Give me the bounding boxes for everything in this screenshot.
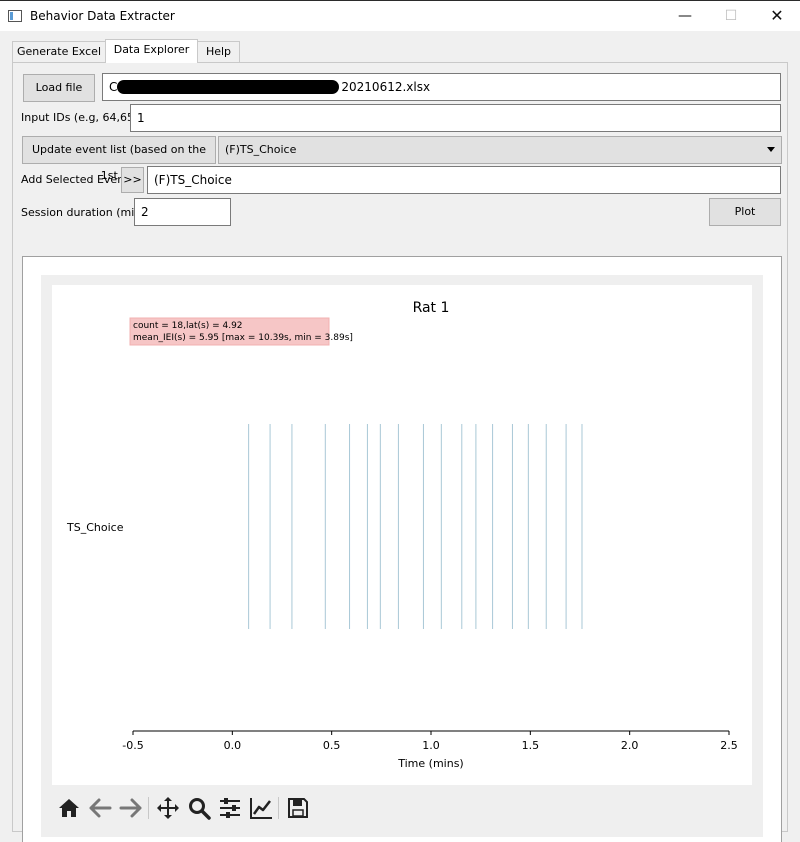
x-tick-label: 1.5 xyxy=(522,739,540,752)
configure-subplots-icon[interactable] xyxy=(217,795,243,821)
forward-arrow-icon[interactable] xyxy=(118,795,144,821)
stats-line-2: mean_IEI(s) = 5.95 [max = 10.39s, min = … xyxy=(133,333,353,343)
session-duration-field[interactable]: 2 xyxy=(134,198,231,226)
event-select-value: (F)TS_Choice xyxy=(225,143,297,156)
window-title: Behavior Data Extracter xyxy=(30,9,175,23)
figure-canvas[interactable]: Rat 1 count = 18,lat(s) = 4.92 mean_IEI(… xyxy=(52,285,752,785)
toolbar-separator xyxy=(148,797,149,819)
file-path-suffix: 20210612.xlsx xyxy=(341,80,431,94)
input-ids-field[interactable]: 1 xyxy=(130,104,781,132)
plot-frame: Rat 1 count = 18,lat(s) = 4.92 mean_IEI(… xyxy=(22,256,782,842)
zoom-icon[interactable] xyxy=(186,795,212,821)
x-axis-label: Time (mins) xyxy=(397,757,463,770)
title-bar: Behavior Data Extracter — ☐ ✕ xyxy=(0,0,800,31)
file-path-field[interactable]: C 20210612.xlsx xyxy=(102,73,781,101)
tab-data-explorer[interactable]: Data Explorer xyxy=(105,39,198,63)
x-tick-label: 0.5 xyxy=(323,739,341,752)
x-tick-label: 0.0 xyxy=(224,739,242,752)
save-icon[interactable] xyxy=(285,795,311,821)
edit-axis-icon[interactable] xyxy=(248,795,274,821)
load-file-button[interactable]: Load file xyxy=(23,74,95,102)
session-duration-label: Session duration (mins) xyxy=(21,206,152,219)
home-icon[interactable] xyxy=(56,795,82,821)
x-tick-labels-group: -0.5 0.0 0.5 1.0 1.5 2.0 2.5 xyxy=(122,739,737,752)
chevron-down-icon xyxy=(767,147,775,152)
back-arrow-icon[interactable] xyxy=(87,795,113,821)
stats-line-1: count = 18,lat(s) = 4.92 xyxy=(133,321,243,331)
x-tick-label: 2.0 xyxy=(621,739,639,752)
close-button[interactable]: ✕ xyxy=(754,1,800,31)
event-lines-group xyxy=(248,424,583,629)
plot-button[interactable]: Plot xyxy=(709,198,781,226)
event-select-dropdown[interactable]: (F)TS_Choice xyxy=(218,136,782,164)
minimize-button[interactable]: — xyxy=(662,1,708,31)
selected-events-field[interactable]: (F)TS_Choice xyxy=(147,166,781,194)
file-path-prefix: C xyxy=(109,80,118,94)
add-events-button[interactable]: >> xyxy=(121,167,144,193)
x-tick-label: 2.5 xyxy=(720,739,738,752)
redaction-mark xyxy=(117,80,340,94)
pan-icon[interactable] xyxy=(155,795,181,821)
window-body: Generate Excel Data Explorer Help Load f… xyxy=(0,31,800,842)
data-explorer-pane: Load file C 20210612.xlsx Input IDs (e.g,… xyxy=(12,62,788,842)
event-chart: Rat 1 count = 18,lat(s) = 4.92 mean_IEI(… xyxy=(66,300,738,770)
series-label: TS_Choice xyxy=(66,521,124,534)
toolbar-separator xyxy=(278,797,279,819)
x-tick-label: 1.0 xyxy=(422,739,440,752)
tab-generate-excel[interactable]: Generate Excel xyxy=(12,41,106,63)
x-tick-label: -0.5 xyxy=(122,739,143,752)
chart-title: Rat 1 xyxy=(413,300,450,316)
figure-background: Rat 1 count = 18,lat(s) = 4.92 mean_IEI(… xyxy=(41,275,763,837)
add-selected-events-label: Add Selected Events xyxy=(21,173,135,186)
update-event-list-button[interactable]: Update event list (based on the 1st ID) xyxy=(22,136,216,182)
app-icon xyxy=(8,10,22,22)
navigation-toolbar xyxy=(52,791,752,831)
x-ticks-group xyxy=(132,731,730,735)
maximize-button[interactable]: ☐ xyxy=(708,1,754,31)
tab-help[interactable]: Help xyxy=(197,41,240,63)
input-ids-label: Input IDs (e.g, 64,65) xyxy=(21,111,139,124)
